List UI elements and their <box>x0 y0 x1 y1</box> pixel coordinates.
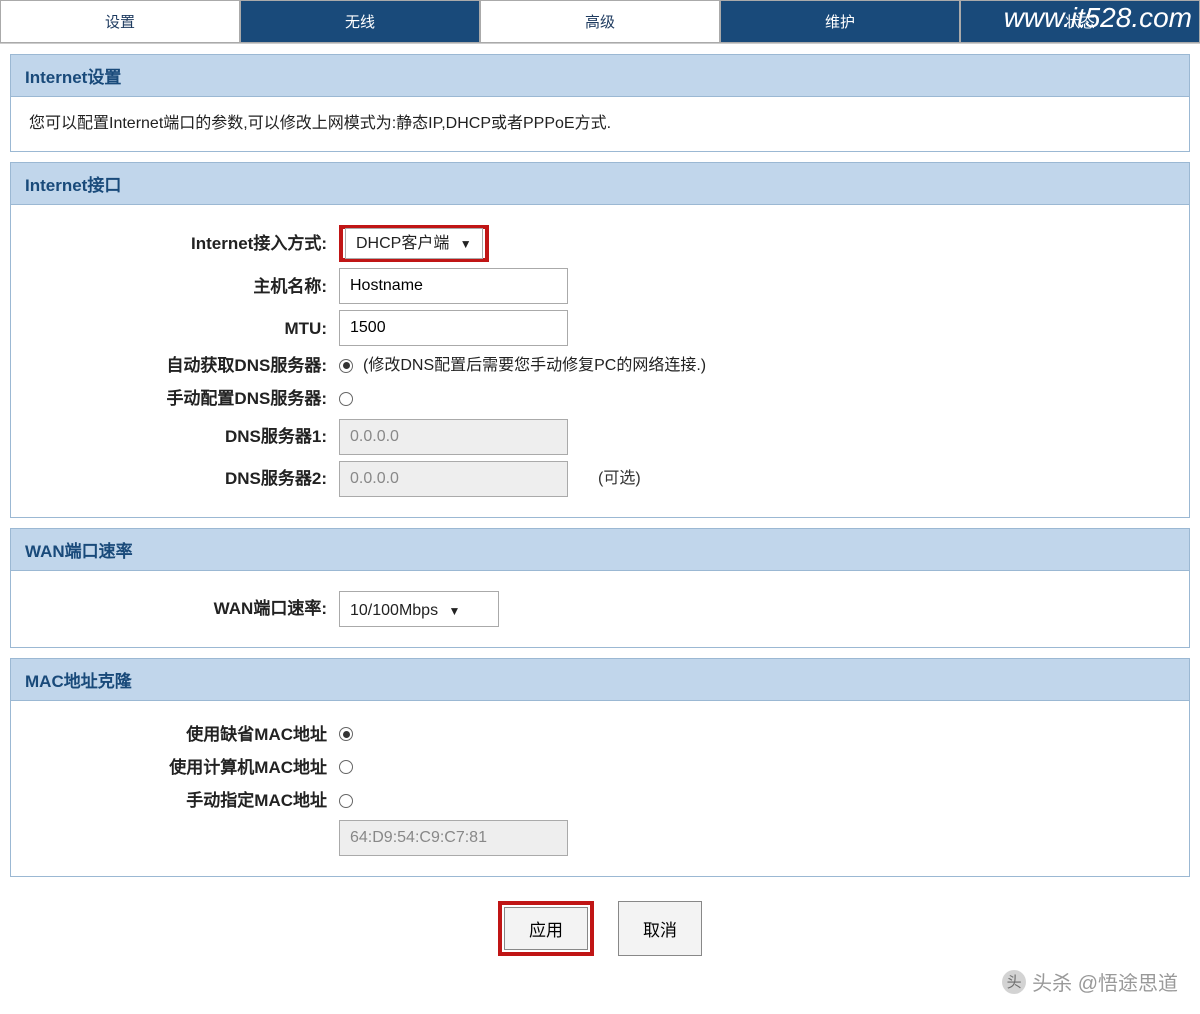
radio-auto-dns[interactable] <box>339 359 353 373</box>
label-hostname: 主机名称: <box>29 273 339 300</box>
panel-title-interface: Internet接口 <box>11 163 1189 205</box>
chevron-down-icon: ▼ <box>460 237 472 251</box>
label-dns1: DNS服务器1: <box>29 423 339 450</box>
apply-button[interactable]: 应用 <box>504 907 588 950</box>
button-row: 应用 取消 <box>0 901 1200 956</box>
panel-internet-interface: Internet接口 Internet接入方式: DHCP客户端 ▼ 主机名称:… <box>10 162 1190 518</box>
watermark-text: 头杀 @悟途思道 <box>1032 967 1178 996</box>
tab-wireless[interactable]: 无线 <box>240 0 480 43</box>
chevron-down-icon: ▼ <box>449 604 461 618</box>
radio-manual-dns[interactable] <box>339 392 353 406</box>
panel-wan-speed: WAN端口速率 WAN端口速率: 10/100Mbps ▼ <box>10 528 1190 648</box>
input-hostname[interactable] <box>339 268 568 304</box>
select-access-mode[interactable]: DHCP客户端 ▼ <box>345 228 483 259</box>
label-mac-pc: 使用计算机MAC地址 <box>29 754 339 781</box>
label-mtu: MTU: <box>29 315 339 342</box>
highlight-apply: 应用 <box>498 901 594 956</box>
watermark-credit: 头 头杀 @悟途思道 <box>1002 967 1178 996</box>
watermark-avatar-icon: 头 <box>1002 970 1026 994</box>
panel-internet-settings: Internet设置 您可以配置Internet端口的参数,可以修改上网模式为:… <box>10 54 1190 152</box>
highlight-access-mode: DHCP客户端 ▼ <box>339 225 489 263</box>
input-dns2 <box>339 461 568 497</box>
input-dns1 <box>339 419 568 455</box>
label-mac-manual: 手动指定MAC地址 <box>29 787 339 814</box>
panel-title-wan: WAN端口速率 <box>11 529 1189 571</box>
tab-setup[interactable]: 设置 <box>0 0 240 43</box>
input-mtu[interactable] <box>339 310 568 346</box>
radio-mac-pc[interactable] <box>339 760 353 774</box>
panel-mac-clone: MAC地址克隆 使用缺省MAC地址 使用计算机MAC地址 手动指定MAC地址 <box>10 658 1190 878</box>
select-wan-speed[interactable]: 10/100Mbps ▼ <box>339 591 499 627</box>
hint-auto-dns: (修改DNS配置后需要您手动修复PC的网络连接.) <box>363 353 706 379</box>
label-auto-dns: 自动获取DNS服务器: <box>29 352 339 379</box>
input-mac-address <box>339 820 568 856</box>
panel-title-internet-settings: Internet设置 <box>11 55 1189 97</box>
select-wan-speed-value: 10/100Mbps <box>350 602 438 619</box>
label-mac-default: 使用缺省MAC地址 <box>29 721 339 748</box>
panel-title-mac: MAC地址克隆 <box>11 659 1189 701</box>
panel-desc-internet-settings: 您可以配置Internet端口的参数,可以修改上网模式为:静态IP,DHCP或者… <box>11 97 1189 151</box>
label-wan-speed: WAN端口速率: <box>29 595 339 622</box>
cancel-button[interactable]: 取消 <box>618 901 702 956</box>
radio-mac-default[interactable] <box>339 727 353 741</box>
label-access-mode: Internet接入方式: <box>29 230 339 257</box>
label-manual-dns: 手动配置DNS服务器: <box>29 385 339 412</box>
radio-mac-manual[interactable] <box>339 794 353 808</box>
watermark-url: www.it528.com <box>1004 2 1192 34</box>
tab-maintenance[interactable]: 维护 <box>720 0 960 43</box>
hint-dns2-optional: (可选) <box>598 466 641 492</box>
top-nav-tabs: 设置 无线 高级 维护 状态 www.it528.com <box>0 0 1200 44</box>
tab-advanced[interactable]: 高级 <box>480 0 720 43</box>
label-dns2: DNS服务器2: <box>29 465 339 492</box>
select-access-mode-value: DHCP客户端 <box>356 235 449 252</box>
